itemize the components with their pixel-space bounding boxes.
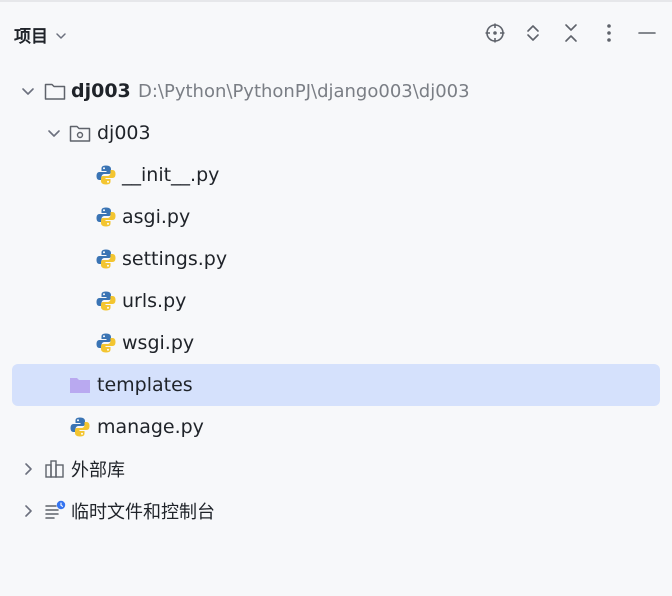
- collapse-icon[interactable]: [558, 20, 584, 46]
- root-label: dj003: [71, 80, 131, 102]
- chevron-right-icon[interactable]: [20, 461, 36, 477]
- python-file-icon: [95, 290, 117, 312]
- project-tool-window-header: 项目: [0, 2, 672, 62]
- file-label: wsgi.py: [122, 332, 195, 354]
- package-label: dj003: [97, 122, 151, 144]
- tree-row-scratches[interactable]: 临时文件和控制台: [12, 490, 660, 532]
- chevron-down-icon: [54, 28, 68, 42]
- header-toolbar: [482, 20, 660, 46]
- manage-label: manage.py: [97, 416, 204, 438]
- folder-icon: [44, 80, 66, 102]
- templates-label: templates: [97, 374, 193, 396]
- expand-icon[interactable]: [520, 20, 546, 46]
- tree-row-file[interactable]: __init__.py: [12, 154, 660, 196]
- python-file-icon: [69, 416, 91, 438]
- scratches-icon: [44, 500, 66, 522]
- project-title: 项目: [14, 27, 48, 47]
- python-file-icon: [95, 164, 117, 186]
- tree-row-file[interactable]: urls.py: [12, 280, 660, 322]
- scratches-label: 临时文件和控制台: [71, 502, 215, 523]
- tree-row-manage[interactable]: manage.py: [12, 406, 660, 448]
- tree-row-file[interactable]: settings.py: [12, 238, 660, 280]
- library-icon: [44, 458, 66, 480]
- minimize-icon[interactable]: [634, 20, 660, 46]
- chevron-down-icon[interactable]: [20, 83, 36, 99]
- tree-row-file[interactable]: asgi.py: [12, 196, 660, 238]
- chevron-down-icon[interactable]: [46, 125, 62, 141]
- python-file-icon: [95, 248, 117, 270]
- tree-row-templates[interactable]: templates: [12, 364, 660, 406]
- tree-row-file[interactable]: wsgi.py: [12, 322, 660, 364]
- package-folder-icon: [69, 122, 91, 144]
- tree-row-external-libraries[interactable]: 外部库: [12, 448, 660, 490]
- project-view-selector[interactable]: 项目: [14, 22, 68, 47]
- chevron-right-icon[interactable]: [20, 503, 36, 519]
- external-libraries-label: 外部库: [71, 460, 125, 481]
- file-label: __init__.py: [122, 164, 220, 186]
- file-label: asgi.py: [122, 206, 191, 228]
- crosshair-icon[interactable]: [482, 20, 508, 46]
- more-vertical-icon[interactable]: [596, 20, 622, 46]
- file-label: settings.py: [122, 248, 228, 270]
- python-file-icon: [95, 332, 117, 354]
- tree-row-root[interactable]: dj003 D:\Python\PythonPJ\django003\dj003: [12, 70, 660, 112]
- root-path: D:\Python\PythonPJ\django003\dj003: [138, 80, 470, 102]
- tree-row-package[interactable]: dj003: [12, 112, 660, 154]
- file-label: urls.py: [122, 290, 187, 312]
- python-file-icon: [95, 206, 117, 228]
- templates-folder-icon: [69, 374, 91, 396]
